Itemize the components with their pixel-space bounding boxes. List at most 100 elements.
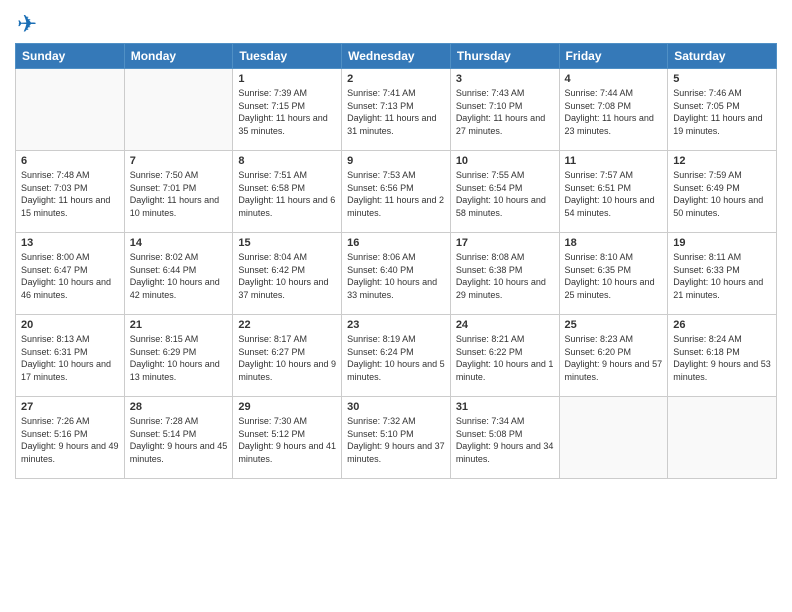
logo-bird-icon: ✈	[17, 10, 37, 39]
day-number: 2	[347, 73, 445, 85]
weekday-monday: Monday	[124, 44, 233, 69]
calendar-cell: 28 Sunrise: 7:28 AMSunset: 5:14 PMDayligh…	[124, 397, 233, 479]
calendar-cell	[16, 69, 125, 151]
day-number: 15	[238, 237, 336, 249]
day-info: Sunrise: 7:59 AMSunset: 6:49 PMDaylight:…	[673, 169, 771, 219]
calendar-cell: 21 Sunrise: 8:15 AMSunset: 6:29 PMDayligh…	[124, 315, 233, 397]
day-number: 26	[673, 319, 771, 331]
calendar-cell	[559, 397, 668, 479]
day-info: Sunrise: 7:26 AMSunset: 5:16 PMDaylight:…	[21, 415, 119, 465]
calendar-cell: 30Sunrise: 7:32 AMSunset: 5:10 PMDayligh…	[342, 397, 451, 479]
day-number: 10	[456, 155, 554, 167]
calendar-cell: 4Sunrise: 7:44 AMSunset: 7:08 PMDaylight…	[559, 69, 668, 151]
calendar-cell: 2 Sunrise: 7:41 AMSunset: 7:13 PMDaylight…	[342, 69, 451, 151]
day-info: Sunrise: 8:13 AMSunset: 6:31 PMDaylight:…	[21, 333, 119, 383]
day-number: 22	[238, 319, 336, 331]
weekday-saturday: Saturday	[668, 44, 777, 69]
day-info: Sunrise: 7:34 AMSunset: 5:08 PMDaylight:…	[456, 415, 554, 465]
week-row-3: 13Sunrise: 8:00 AMSunset: 6:47 PMDayligh…	[16, 233, 777, 315]
day-info: Sunrise: 7:53 AMSunset: 6:56 PMDaylight:…	[347, 169, 445, 219]
day-info: Sunrise: 7:28 AMSunset: 5:14 PMDaylight:…	[130, 415, 228, 465]
day-number: 21	[130, 319, 228, 331]
day-info: Sunrise: 7:55 AMSunset: 6:54 PMDaylight:…	[456, 169, 554, 219]
week-row-1: 1 Sunrise: 7:39 AMSunset: 7:15 PMDaylight…	[16, 69, 777, 151]
day-number: 27	[21, 401, 119, 413]
weekday-friday: Friday	[559, 44, 668, 69]
day-info: Sunrise: 8:24 AMSunset: 6:18 PMDaylight:…	[673, 333, 771, 383]
day-info: Sunrise: 7:48 AMSunset: 7:03 PMDaylight:…	[21, 169, 119, 219]
day-number: 12	[673, 155, 771, 167]
calendar-cell	[124, 69, 233, 151]
weekday-header-row: SundayMondayTuesdayWednesdayThursdayFrid…	[16, 44, 777, 69]
day-number: 19	[673, 237, 771, 249]
day-number: 7	[130, 155, 228, 167]
calendar-cell: 3 Sunrise: 7:43 AMSunset: 7:10 PMDaylight…	[450, 69, 559, 151]
calendar-cell: 17 Sunrise: 8:08 AMSunset: 6:38 PMDayligh…	[450, 233, 559, 315]
day-number: 20	[21, 319, 119, 331]
weekday-tuesday: Tuesday	[233, 44, 342, 69]
day-info: Sunrise: 8:15 AMSunset: 6:29 PMDaylight:…	[130, 333, 228, 383]
calendar-cell: 8 Sunrise: 7:51 AMSunset: 6:58 PMDaylight…	[233, 151, 342, 233]
calendar-cell: 13Sunrise: 8:00 AMSunset: 6:47 PMDayligh…	[16, 233, 125, 315]
day-info: Sunrise: 8:10 AMSunset: 6:35 PMDaylight:…	[565, 251, 663, 301]
day-number: 18	[565, 237, 663, 249]
day-info: Sunrise: 8:23 AMSunset: 6:20 PMDaylight:…	[565, 333, 663, 383]
logo: ✈	[15, 10, 37, 35]
day-info: Sunrise: 8:04 AMSunset: 6:42 PMDaylight:…	[238, 251, 336, 301]
week-row-5: 27 Sunrise: 7:26 AMSunset: 5:16 PMDayligh…	[16, 397, 777, 479]
calendar-cell: 5Sunrise: 7:46 AMSunset: 7:05 PMDaylight…	[668, 69, 777, 151]
week-row-2: 6 Sunrise: 7:48 AMSunset: 7:03 PMDaylight…	[16, 151, 777, 233]
day-info: Sunrise: 7:41 AMSunset: 7:13 PMDaylight:…	[347, 87, 445, 137]
day-info: Sunrise: 7:51 AMSunset: 6:58 PMDaylight:…	[238, 169, 336, 219]
calendar-cell: 26 Sunrise: 8:24 AMSunset: 6:18 PMDayligh…	[668, 315, 777, 397]
weekday-wednesday: Wednesday	[342, 44, 451, 69]
day-number: 30	[347, 401, 445, 413]
day-info: Sunrise: 7:46 AMSunset: 7:05 PMDaylight:…	[673, 87, 771, 137]
calendar-cell: 9 Sunrise: 7:53 AMSunset: 6:56 PMDaylight…	[342, 151, 451, 233]
day-info: Sunrise: 8:19 AMSunset: 6:24 PMDaylight:…	[347, 333, 445, 383]
calendar-cell: 22 Sunrise: 8:17 AMSunset: 6:27 PMDayligh…	[233, 315, 342, 397]
calendar-cell: 14 Sunrise: 8:02 AMSunset: 6:44 PMDayligh…	[124, 233, 233, 315]
calendar-cell: 18 Sunrise: 8:10 AMSunset: 6:35 PMDayligh…	[559, 233, 668, 315]
day-info: Sunrise: 7:39 AMSunset: 7:15 PMDaylight:…	[238, 87, 336, 137]
calendar-cell: 11Sunrise: 7:57 AMSunset: 6:51 PMDayligh…	[559, 151, 668, 233]
day-info: Sunrise: 7:50 AMSunset: 7:01 PMDaylight:…	[130, 169, 228, 219]
header: ✈	[15, 10, 777, 35]
day-number: 6	[21, 155, 119, 167]
calendar-cell: 16 Sunrise: 8:06 AMSunset: 6:40 PMDayligh…	[342, 233, 451, 315]
calendar-cell: 10 Sunrise: 7:55 AMSunset: 6:54 PMDayligh…	[450, 151, 559, 233]
day-info: Sunrise: 8:08 AMSunset: 6:38 PMDaylight:…	[456, 251, 554, 301]
day-number: 14	[130, 237, 228, 249]
day-number: 9	[347, 155, 445, 167]
day-info: Sunrise: 7:44 AMSunset: 7:08 PMDaylight:…	[565, 87, 663, 137]
day-number: 16	[347, 237, 445, 249]
day-number: 1	[238, 73, 336, 85]
day-number: 28	[130, 401, 228, 413]
day-number: 8	[238, 155, 336, 167]
day-info: Sunrise: 8:02 AMSunset: 6:44 PMDaylight:…	[130, 251, 228, 301]
weekday-thursday: Thursday	[450, 44, 559, 69]
day-info: Sunrise: 8:11 AMSunset: 6:33 PMDaylight:…	[673, 251, 771, 301]
day-number: 24	[456, 319, 554, 331]
calendar-cell: 25 Sunrise: 8:23 AMSunset: 6:20 PMDayligh…	[559, 315, 668, 397]
calendar-cell: 27 Sunrise: 7:26 AMSunset: 5:16 PMDayligh…	[16, 397, 125, 479]
day-info: Sunrise: 7:30 AMSunset: 5:12 PMDaylight:…	[238, 415, 336, 465]
calendar-cell: 15 Sunrise: 8:04 AMSunset: 6:42 PMDayligh…	[233, 233, 342, 315]
day-number: 3	[456, 73, 554, 85]
calendar-cell: 1 Sunrise: 7:39 AMSunset: 7:15 PMDaylight…	[233, 69, 342, 151]
calendar-cell: 6 Sunrise: 7:48 AMSunset: 7:03 PMDaylight…	[16, 151, 125, 233]
calendar-cell: 12 Sunrise: 7:59 AMSunset: 6:49 PMDayligh…	[668, 151, 777, 233]
day-info: Sunrise: 7:43 AMSunset: 7:10 PMDaylight:…	[456, 87, 554, 137]
day-number: 17	[456, 237, 554, 249]
day-info: Sunrise: 8:17 AMSunset: 6:27 PMDaylight:…	[238, 333, 336, 383]
calendar-cell: 29Sunrise: 7:30 AMSunset: 5:12 PMDayligh…	[233, 397, 342, 479]
day-info: Sunrise: 8:06 AMSunset: 6:40 PMDaylight:…	[347, 251, 445, 301]
day-info: Sunrise: 8:21 AMSunset: 6:22 PMDaylight:…	[456, 333, 554, 383]
day-number: 25	[565, 319, 663, 331]
week-row-4: 20 Sunrise: 8:13 AMSunset: 6:31 PMDayligh…	[16, 315, 777, 397]
day-number: 23	[347, 319, 445, 331]
page: ✈ SundayMondayTuesdayWednesdayThursdayFr…	[0, 0, 792, 612]
day-number: 31	[456, 401, 554, 413]
weekday-sunday: Sunday	[16, 44, 125, 69]
calendar-cell: 20 Sunrise: 8:13 AMSunset: 6:31 PMDayligh…	[16, 315, 125, 397]
